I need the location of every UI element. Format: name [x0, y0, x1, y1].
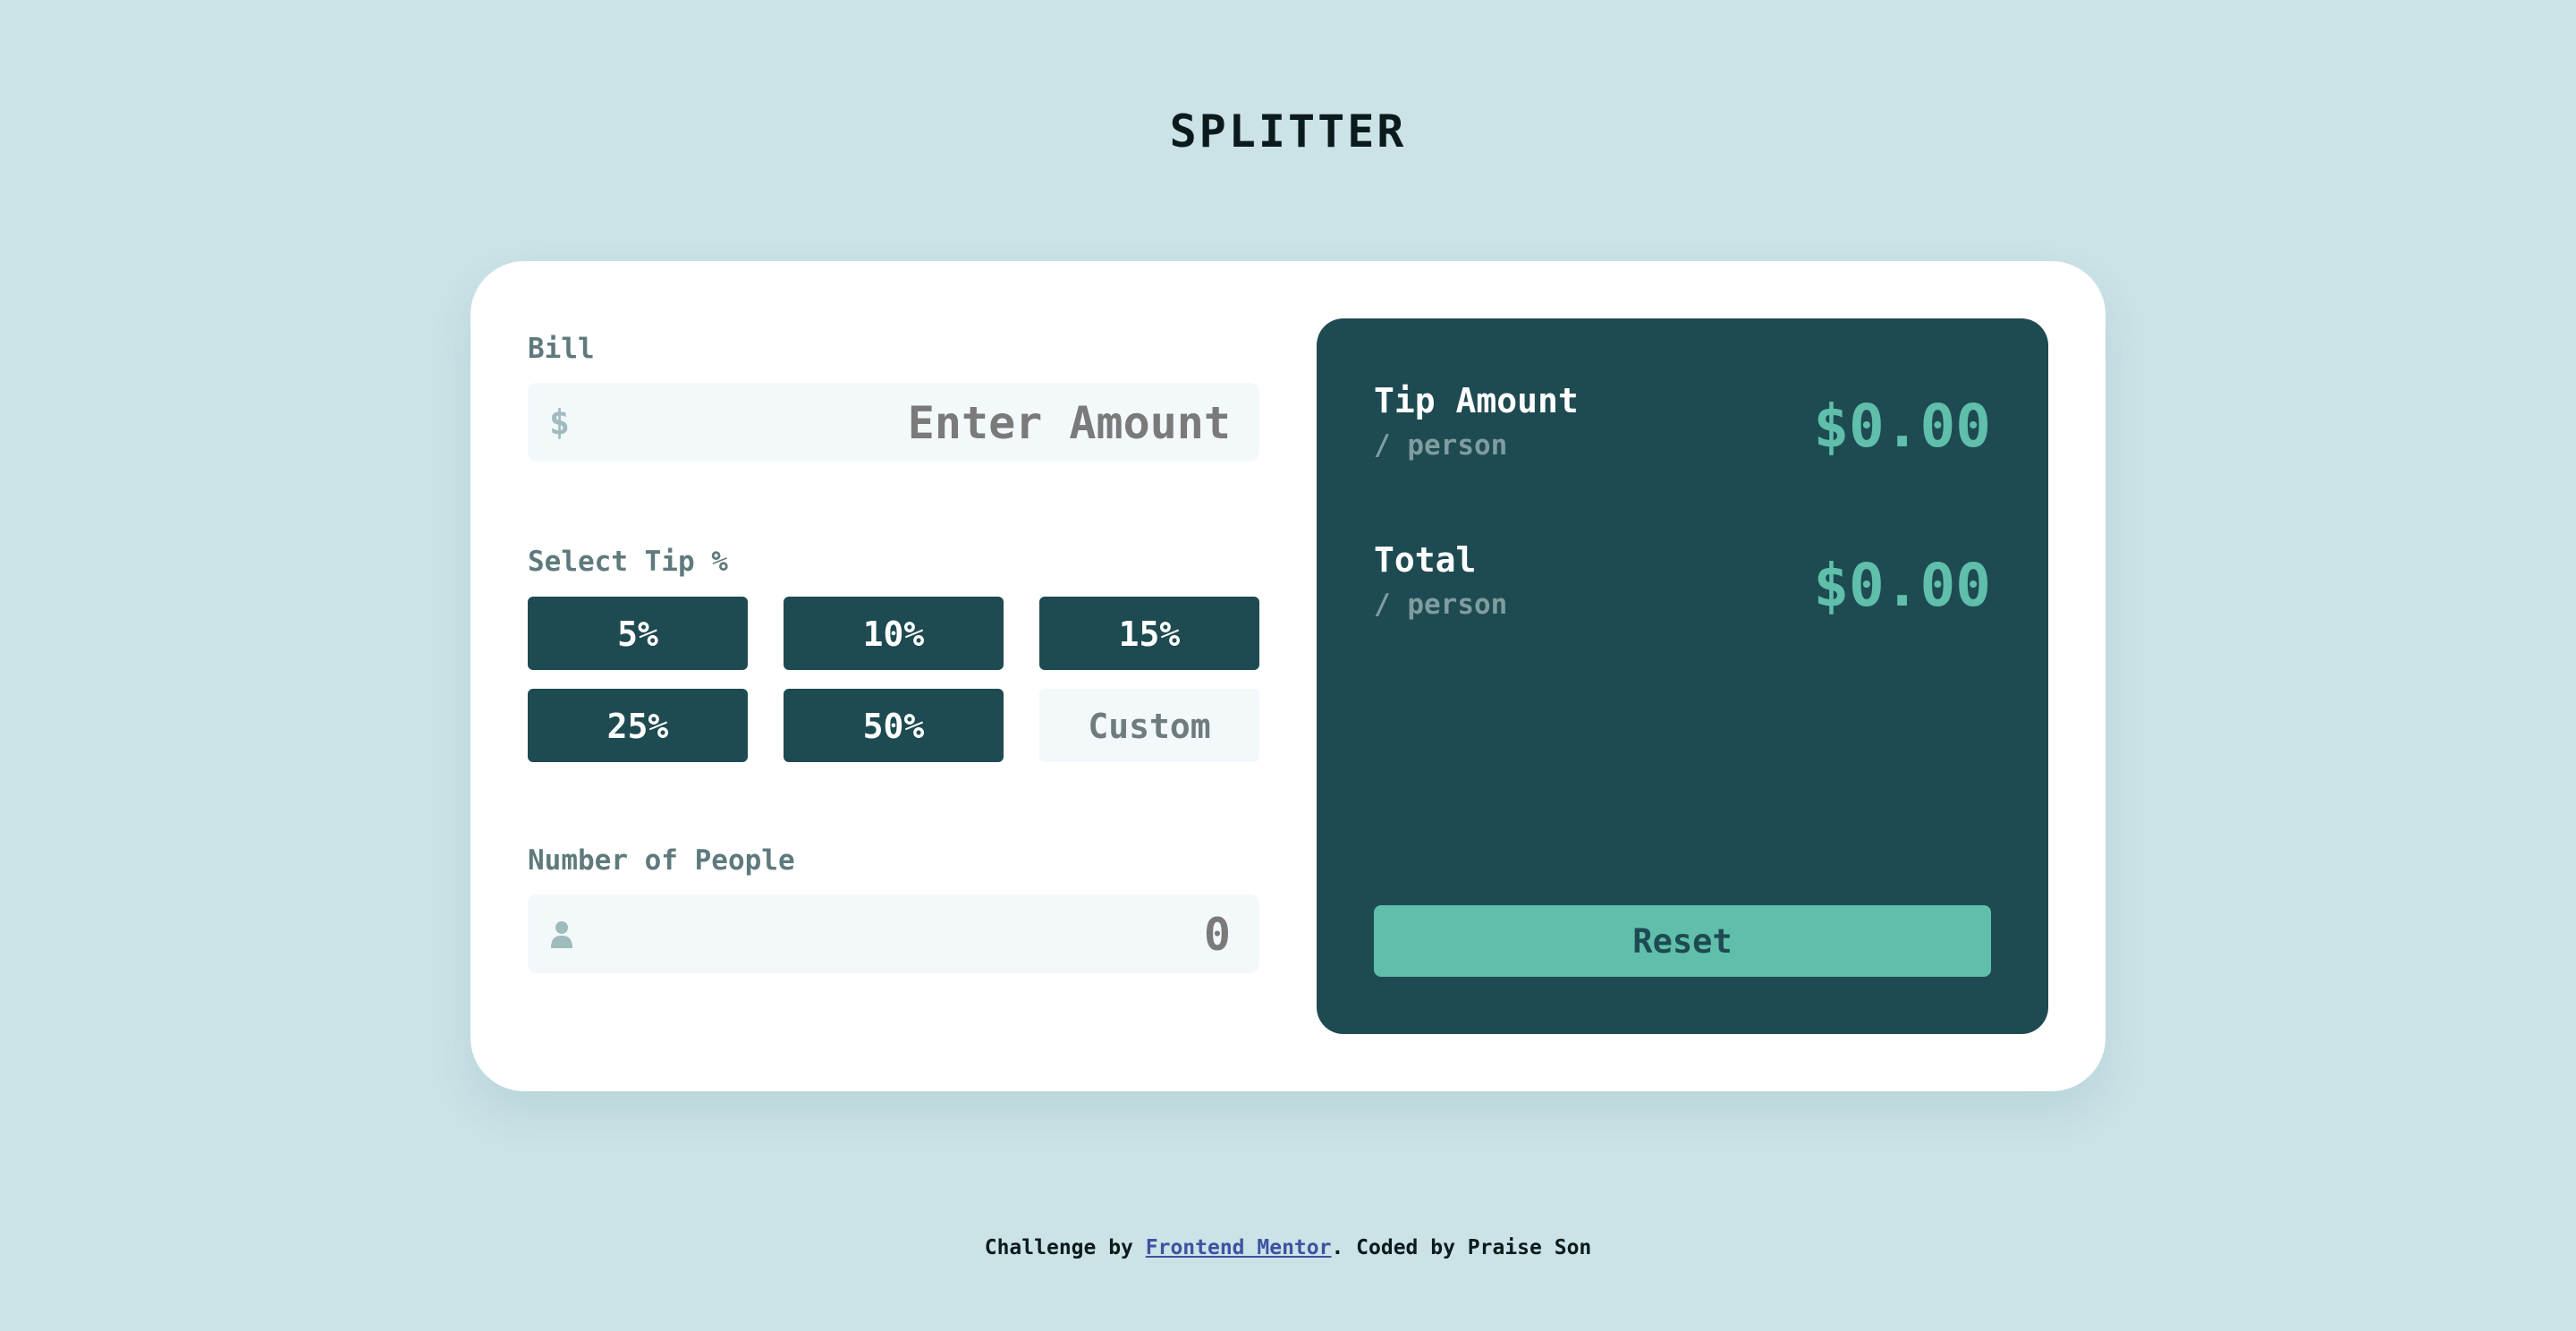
tip-button-50[interactable]: 50%	[784, 689, 1004, 762]
bill-input[interactable]: $ Enter Amount	[528, 383, 1259, 462]
bill-input-placeholder: Enter Amount	[907, 397, 1231, 449]
person-icon	[551, 921, 572, 948]
select-tip-label: Select Tip %	[528, 546, 728, 578]
tip-button-15[interactable]: 15%	[1039, 597, 1259, 670]
footer-prefix: Challenge by	[984, 1236, 1146, 1259]
reset-button[interactable]: Reset	[1374, 905, 1991, 977]
tip-amount-per-person: / person	[1374, 429, 1508, 462]
tip-button-5[interactable]: 5%	[528, 597, 748, 670]
calculator-card: Bill $ Enter Amount Select Tip % 5% 10% …	[470, 261, 2106, 1091]
total-per-person: / person	[1374, 589, 1508, 621]
attribution-footer: Challenge by Frontend Mentor. Coded by P…	[0, 1236, 2576, 1259]
custom-tip-input[interactable]: Custom	[1039, 689, 1259, 762]
app-logo: SPLITTER	[1169, 106, 1407, 157]
tip-button-25[interactable]: 25%	[528, 689, 748, 762]
results-panel: Tip Amount / person $0.00 Total / person…	[1317, 318, 2048, 1034]
tip-amount-title: Tip Amount	[1374, 381, 1579, 420]
total-value: $0.00	[1813, 551, 1991, 620]
dollar-icon: $	[549, 403, 570, 442]
frontend-mentor-link[interactable]: Frontend Mentor	[1146, 1236, 1332, 1259]
people-input[interactable]: 0	[528, 894, 1259, 973]
tip-button-10[interactable]: 10%	[784, 597, 1004, 670]
bill-label: Bill	[528, 333, 595, 365]
people-input-placeholder: 0	[1203, 909, 1231, 961]
footer-suffix: . Coded by Praise Son	[1331, 1236, 1592, 1259]
tip-amount-value: $0.00	[1813, 392, 1991, 461]
people-label: Number of People	[528, 844, 795, 877]
total-title: Total	[1374, 540, 1477, 580]
